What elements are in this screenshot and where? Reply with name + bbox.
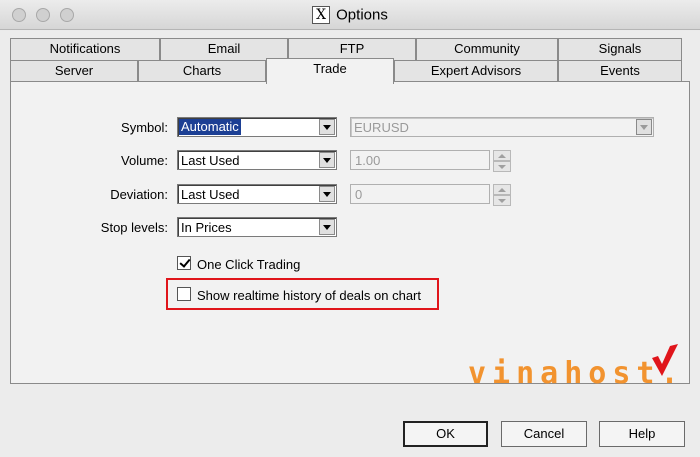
x11-app-icon: X — [312, 6, 331, 25]
symbol-select[interactable]: Automatic — [177, 117, 337, 137]
volume-amount: 1.00 — [355, 153, 381, 168]
tab-label: Events — [600, 63, 640, 78]
window-title-wrap: X Options — [0, 6, 700, 25]
tab-signals[interactable]: Signals — [558, 38, 682, 60]
spin-up-icon[interactable] — [493, 184, 511, 195]
tab-label: Trade — [313, 61, 347, 76]
tab-email[interactable]: Email — [160, 38, 288, 60]
chevron-down-icon[interactable] — [636, 119, 652, 135]
symbol-name-select[interactable]: EURUSD — [350, 117, 654, 137]
spin-up-icon[interactable] — [493, 150, 511, 161]
tab-charts[interactable]: Charts — [138, 60, 266, 82]
symbol-name-value: EURUSD — [354, 120, 409, 135]
tab-label: Community — [454, 41, 520, 56]
volume-value: Last Used — [181, 153, 240, 168]
chevron-down-icon[interactable] — [319, 152, 335, 168]
chevron-down-icon[interactable] — [319, 219, 335, 235]
tab-label: Server — [54, 63, 94, 78]
tab-label: Notifications — [49, 41, 121, 56]
title-bar: X Options — [0, 0, 700, 30]
tab-label: Expert Advisors — [430, 63, 522, 78]
volume-spin-buttons — [493, 150, 511, 172]
tab-row-bottom: Server Charts Trade Expert Advisors Even… — [10, 58, 690, 84]
tab-notifications[interactable]: Notifications — [10, 38, 160, 60]
stop-levels-label: Stop levels: — [100, 220, 168, 235]
chevron-down-icon[interactable] — [319, 119, 335, 135]
tab-events[interactable]: Events — [558, 60, 682, 82]
tab-trade[interactable]: Trade — [266, 58, 394, 84]
deviation-value: Last Used — [181, 187, 240, 202]
tab-label: Signals — [598, 41, 642, 56]
realtime-history-checkbox[interactable] — [177, 287, 191, 301]
spin-down-icon[interactable] — [493, 195, 511, 206]
spin-down-icon[interactable] — [493, 161, 511, 172]
stop-levels-select[interactable]: In Prices — [177, 217, 337, 237]
one-click-trading-checkbox[interactable] — [177, 256, 191, 270]
symbol-value: Automatic — [179, 119, 241, 135]
stop-levels-value: In Prices — [181, 220, 232, 235]
deviation-select[interactable]: Last Used — [177, 184, 337, 204]
volume-select[interactable]: Last Used — [177, 150, 337, 170]
tab-community[interactable]: Community — [416, 38, 558, 60]
tab-expert-advisors[interactable]: Expert Advisors — [394, 60, 558, 82]
tab-label: Charts — [182, 63, 222, 78]
tab-label: FTP — [339, 41, 365, 56]
volume-label: Volume: — [121, 153, 168, 168]
realtime-history-label[interactable]: Show realtime history of deals on chart — [197, 288, 421, 303]
window-title: Options — [336, 6, 388, 24]
tab-server[interactable]: Server — [10, 60, 138, 82]
symbol-label: Symbol: — [121, 120, 168, 135]
checkmark-logo-icon — [652, 344, 678, 376]
chevron-down-icon[interactable] — [319, 186, 335, 202]
tab-row-top: Notifications Email FTP Community Signal… — [10, 38, 690, 60]
help-button[interactable]: Help — [599, 421, 685, 447]
deviation-label: Deviation: — [110, 187, 168, 202]
deviation-spinner[interactable]: 0 — [350, 184, 511, 206]
one-click-trading-label[interactable]: One Click Trading — [197, 257, 300, 272]
deviation-amount: 0 — [355, 187, 363, 202]
tab-ftp[interactable]: FTP — [288, 38, 416, 60]
tab-label: Email — [207, 41, 241, 56]
deviation-spin-buttons — [493, 184, 511, 206]
cancel-button[interactable]: Cancel — [501, 421, 587, 447]
volume-spinner[interactable]: 1.00 — [350, 150, 511, 172]
ok-button[interactable]: OK — [403, 421, 488, 447]
